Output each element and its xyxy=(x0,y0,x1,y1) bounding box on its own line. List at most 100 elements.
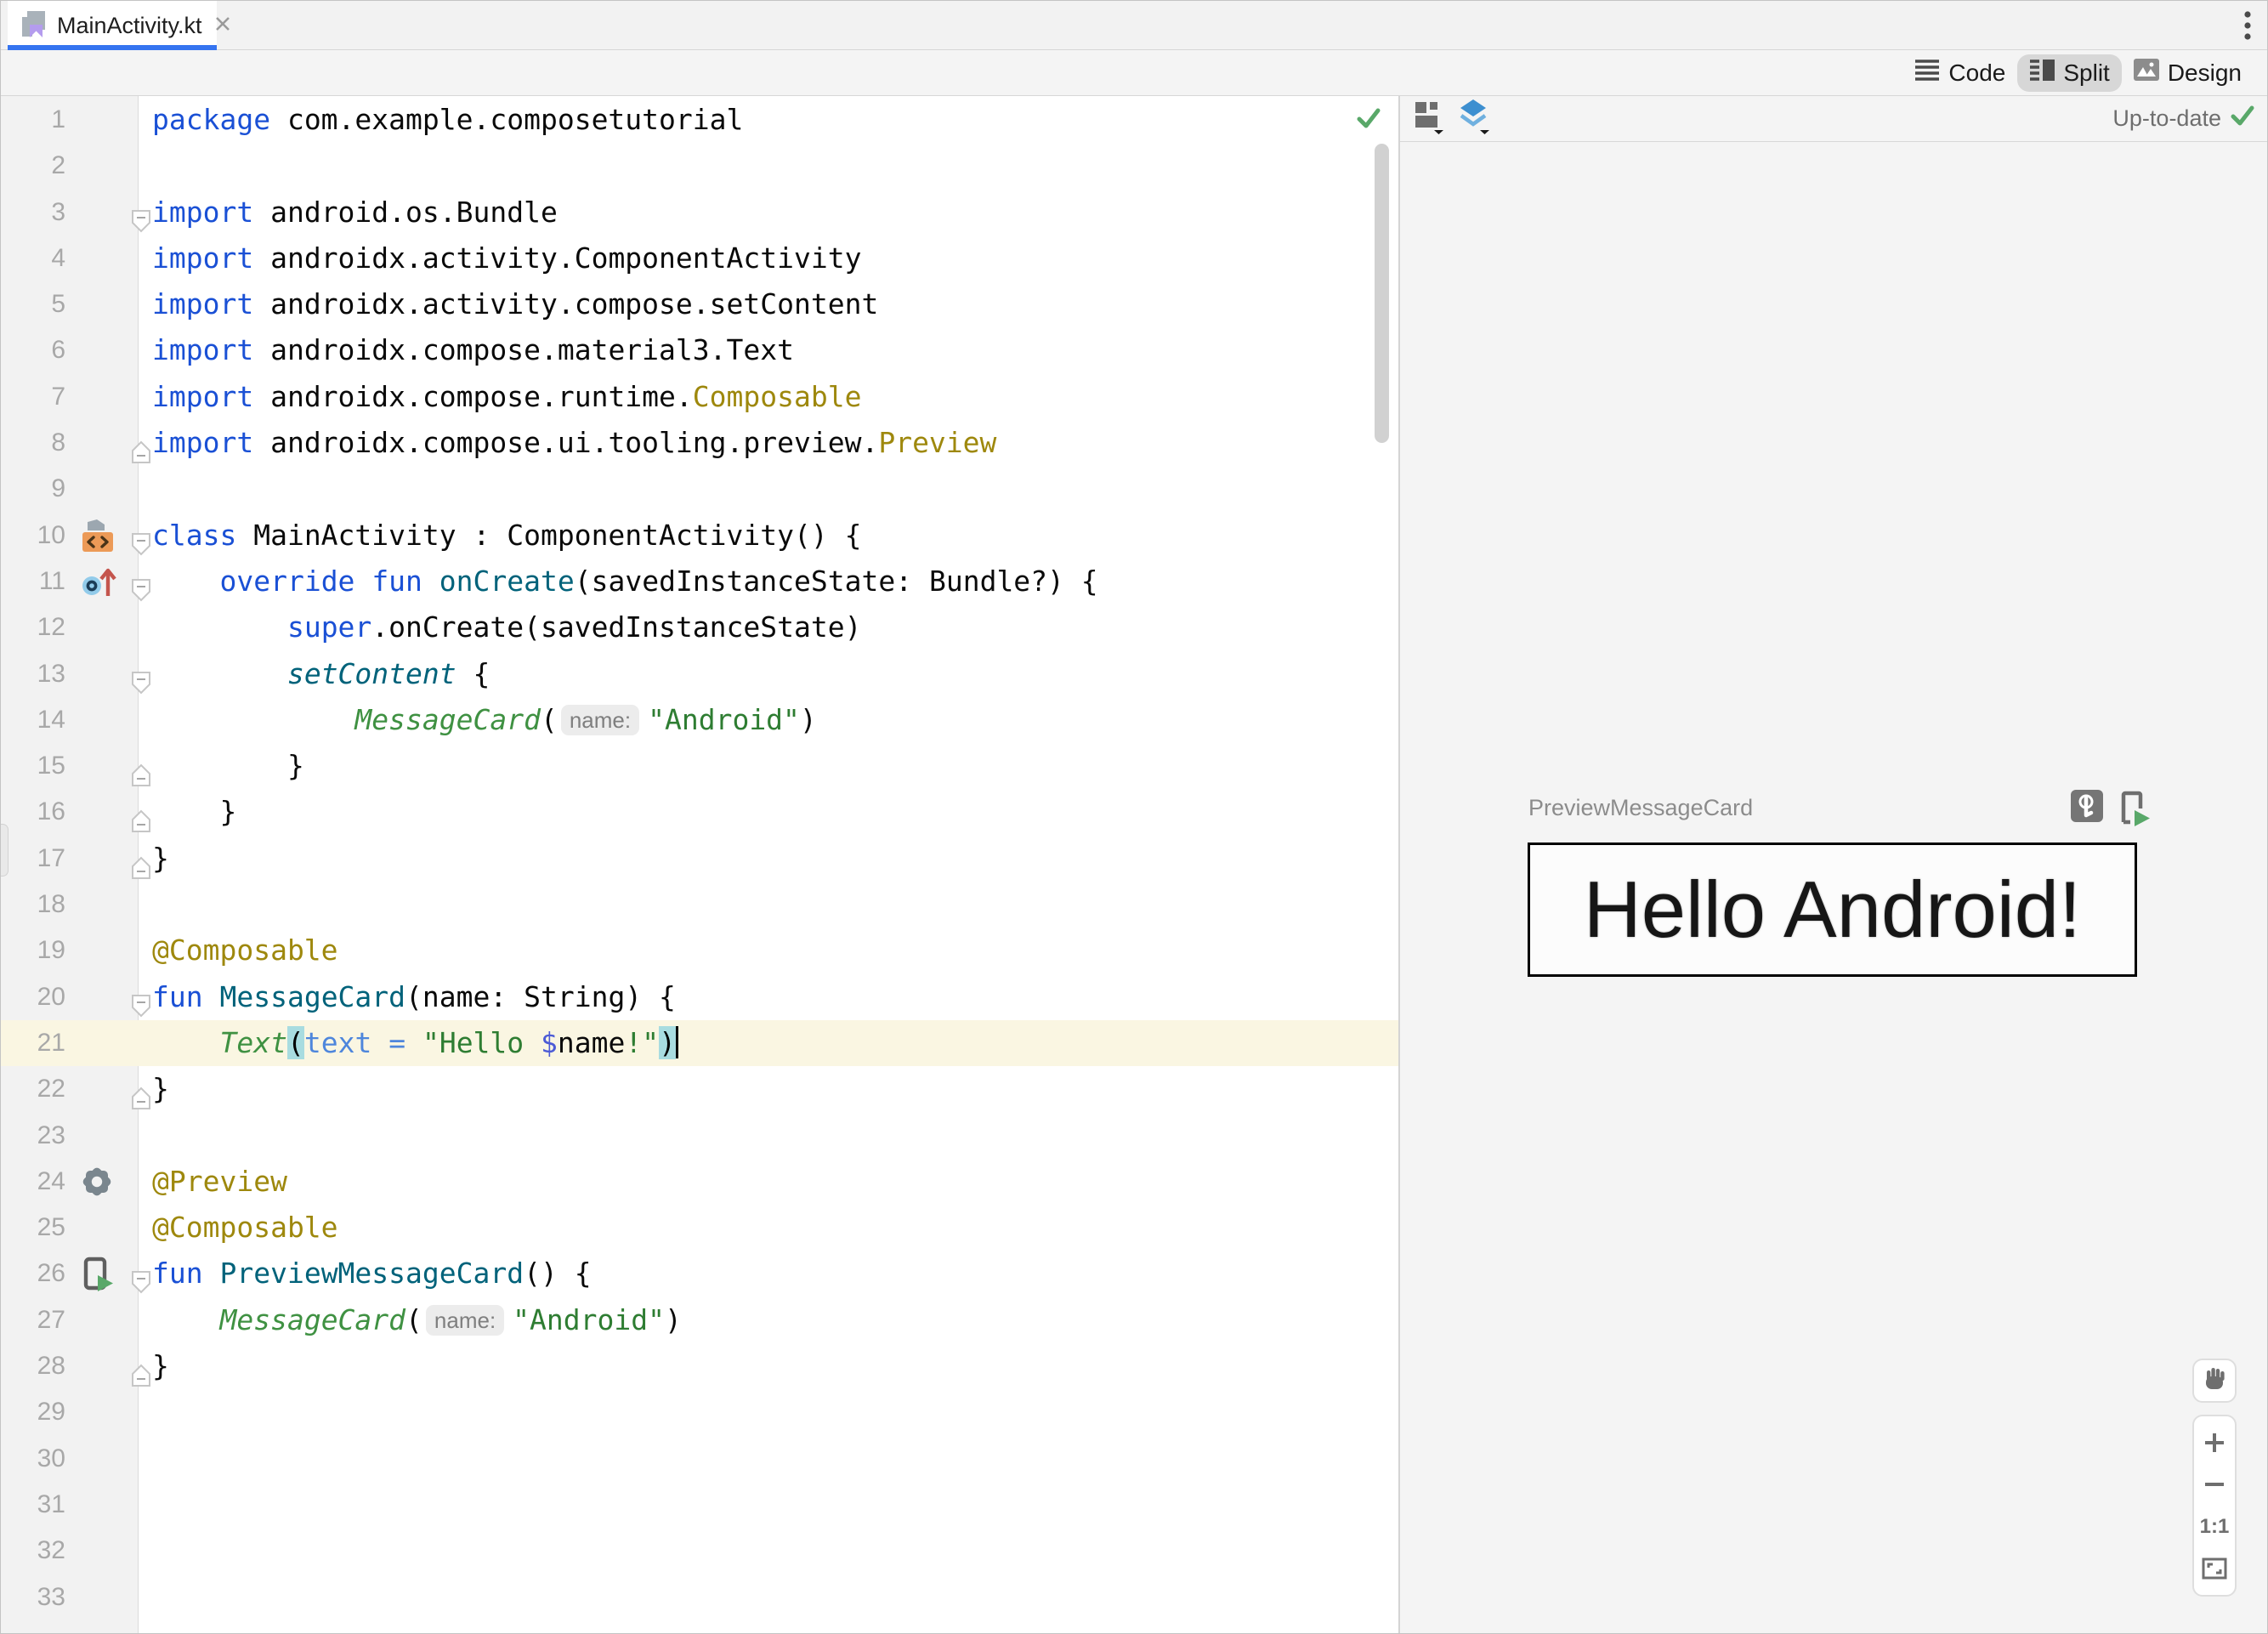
line-number: 26 xyxy=(37,1259,65,1288)
code-line[interactable]: 20 fun MessageCard(name: String) { xyxy=(1,974,1398,1020)
close-icon[interactable] xyxy=(213,14,233,38)
code-line[interactable]: 13 setContent { xyxy=(1,651,1398,697)
code-text: super.onCreate(savedInstanceState) xyxy=(286,610,862,644)
tab-title: MainActivity.kt xyxy=(57,12,202,38)
code-line[interactable]: 6 import androidx.compose.material3.Text xyxy=(1,327,1398,373)
code-text: import androidx.compose.runtime.Composab… xyxy=(152,379,862,413)
code-text: import androidx.compose.ui.tooling.previ… xyxy=(152,426,997,460)
code-text: } xyxy=(152,841,169,875)
code-editor[interactable]: 1 package com.example.composetutorial 2 3 im… xyxy=(1,96,1398,1633)
code-line[interactable]: 28} xyxy=(1,1343,1398,1389)
design-mode-label: Design xyxy=(2167,59,2242,86)
code-line[interactable]: 4 import androidx.activity.ComponentActiv… xyxy=(1,235,1398,281)
code-line[interactable]: 29 xyxy=(1,1389,1398,1435)
editor-scrollbar[interactable] xyxy=(1375,144,1389,443)
line-number: 11 xyxy=(38,566,65,595)
code-line[interactable]: 5 import androidx.activity.compose.setCon… xyxy=(1,281,1398,327)
code-line[interactable]: 8 import androidx.compose.ui.tooling.prev… xyxy=(1,420,1398,466)
preview-composable-label: PreviewMessageCard xyxy=(1528,795,1754,820)
fit-to-screen-icon[interactable] xyxy=(2197,1552,2231,1586)
code-line[interactable]: 30 xyxy=(1,1436,1398,1482)
inspections-ok-check-icon[interactable] xyxy=(1356,106,1381,134)
code-text: Text(text = "Hello $name!") xyxy=(152,1020,679,1066)
line-number: 5 xyxy=(51,290,65,319)
code-line[interactable]: 19 @Composable xyxy=(1,928,1398,973)
code-text: @Composable xyxy=(152,933,338,967)
code-line[interactable]: 34 xyxy=(1,1620,1398,1633)
code-line[interactable]: 11 override fun onCreate(savedInstanceSt… xyxy=(1,559,1398,604)
code-line[interactable]: 9 xyxy=(1,466,1398,512)
code-line[interactable]: 17} xyxy=(1,836,1398,882)
line-number: 15 xyxy=(37,752,65,780)
line-number: 24 xyxy=(37,1166,65,1195)
code-line[interactable]: 18 xyxy=(1,882,1398,928)
zoom-in-button[interactable] xyxy=(2197,1426,2231,1460)
android-studio-window: MainActivity.kt Code Split Design 1 packa… xyxy=(0,0,2268,1634)
text-caret xyxy=(676,1025,679,1058)
code-line[interactable]: 7 import androidx.compose.runtime.Composa… xyxy=(1,374,1398,420)
code-line[interactable]: 2 xyxy=(1,143,1398,189)
editor-tab-bar: MainActivity.kt xyxy=(1,1,2267,50)
line-number: 23 xyxy=(37,1121,65,1149)
code-text: } xyxy=(152,749,304,783)
split-mode-label: Split xyxy=(2063,59,2110,86)
code-line[interactable]: 14 MessageCard(name: "Android") xyxy=(1,697,1398,743)
mode-split-button[interactable]: Split xyxy=(2017,54,2122,92)
code-line[interactable]: 25 @Composable xyxy=(1,1205,1398,1251)
code-line[interactable]: 12 super.onCreate(savedInstanceState) xyxy=(1,604,1398,650)
line-number: 18 xyxy=(37,890,65,919)
tab-mainactivity[interactable]: MainActivity.kt xyxy=(8,1,230,50)
line-number: 1 xyxy=(51,105,65,133)
view-options-icon[interactable] xyxy=(1414,99,1444,139)
code-line[interactable]: 16 } xyxy=(1,789,1398,835)
up-to-date-check-icon xyxy=(2230,104,2255,133)
preview-rendered-text: Hello Android! xyxy=(1583,865,2082,954)
code-line[interactable]: 32 xyxy=(1,1528,1398,1574)
layers-icon[interactable] xyxy=(1458,98,1490,139)
code-line[interactable]: 22} xyxy=(1,1066,1398,1112)
code-line[interactable]: 15 } xyxy=(1,743,1398,789)
code-line[interactable]: 27 MessageCard(name: "Android") xyxy=(1,1297,1398,1343)
code-text: fun MessageCard(name: String) { xyxy=(152,979,676,1013)
code-line[interactable]: 33 xyxy=(1,1574,1398,1620)
run-preview-on-device-icon[interactable] xyxy=(2115,790,2151,831)
code-line[interactable]: 31 xyxy=(1,1482,1398,1528)
code-text: setContent { xyxy=(286,656,490,690)
line-number: 32 xyxy=(37,1536,65,1565)
code-mode-label: Code xyxy=(1948,59,2006,86)
line-number: 6 xyxy=(51,336,65,365)
code-text: } xyxy=(152,1072,169,1106)
line-number: 16 xyxy=(37,797,65,826)
zoom-out-button[interactable] xyxy=(2197,1467,2231,1501)
code-text: MessageCard(name: "Android") xyxy=(219,1302,682,1336)
line-number: 7 xyxy=(51,382,65,411)
line-number: 30 xyxy=(37,1444,65,1472)
hand-pan-icon xyxy=(2201,1366,2228,1396)
code-line[interactable]: 3 import android.os.Bundle xyxy=(1,190,1398,235)
mode-code-button[interactable]: Code xyxy=(1902,54,2017,92)
line-number: 33 xyxy=(37,1582,65,1611)
code-text: } xyxy=(152,795,237,829)
code-line[interactable]: 26 fun PreviewMessageCard() { xyxy=(1,1251,1398,1296)
split-mode-icon xyxy=(2029,59,2055,88)
code-line[interactable]: 21 Text(text = "Hello $name!") xyxy=(1,1019,1398,1067)
line-number: 31 xyxy=(37,1489,65,1518)
code-line[interactable]: 24 @Preview xyxy=(1,1159,1398,1205)
code-text: fun PreviewMessageCard() { xyxy=(152,1257,592,1291)
code-text: package com.example.composetutorial xyxy=(152,103,744,136)
code-line[interactable]: 10 class MainActivity : ComponentActivity… xyxy=(1,513,1398,559)
more-options-kebab-icon[interactable] xyxy=(2242,9,2254,46)
preview-status: Up-to-date xyxy=(2112,104,2255,133)
line-number: 9 xyxy=(51,474,65,503)
code-text: @Preview xyxy=(152,1164,287,1198)
mode-design-button[interactable]: Design xyxy=(2122,54,2254,91)
kotlin-file-icon xyxy=(20,9,47,43)
compose-preview-frame[interactable]: Hello Android! xyxy=(1528,843,2137,977)
preview-actions xyxy=(2071,790,2151,831)
tool-window-stripe-handle[interactable] xyxy=(1,824,9,877)
code-line[interactable]: 23 xyxy=(1,1113,1398,1159)
interactive-mode-icon[interactable] xyxy=(2071,790,2103,831)
zoom-actual-size-button[interactable]: 1:1 xyxy=(2197,1510,2231,1544)
code-line[interactable]: 1 package com.example.composetutorial xyxy=(1,97,1398,143)
pan-button[interactable] xyxy=(2192,1359,2237,1403)
